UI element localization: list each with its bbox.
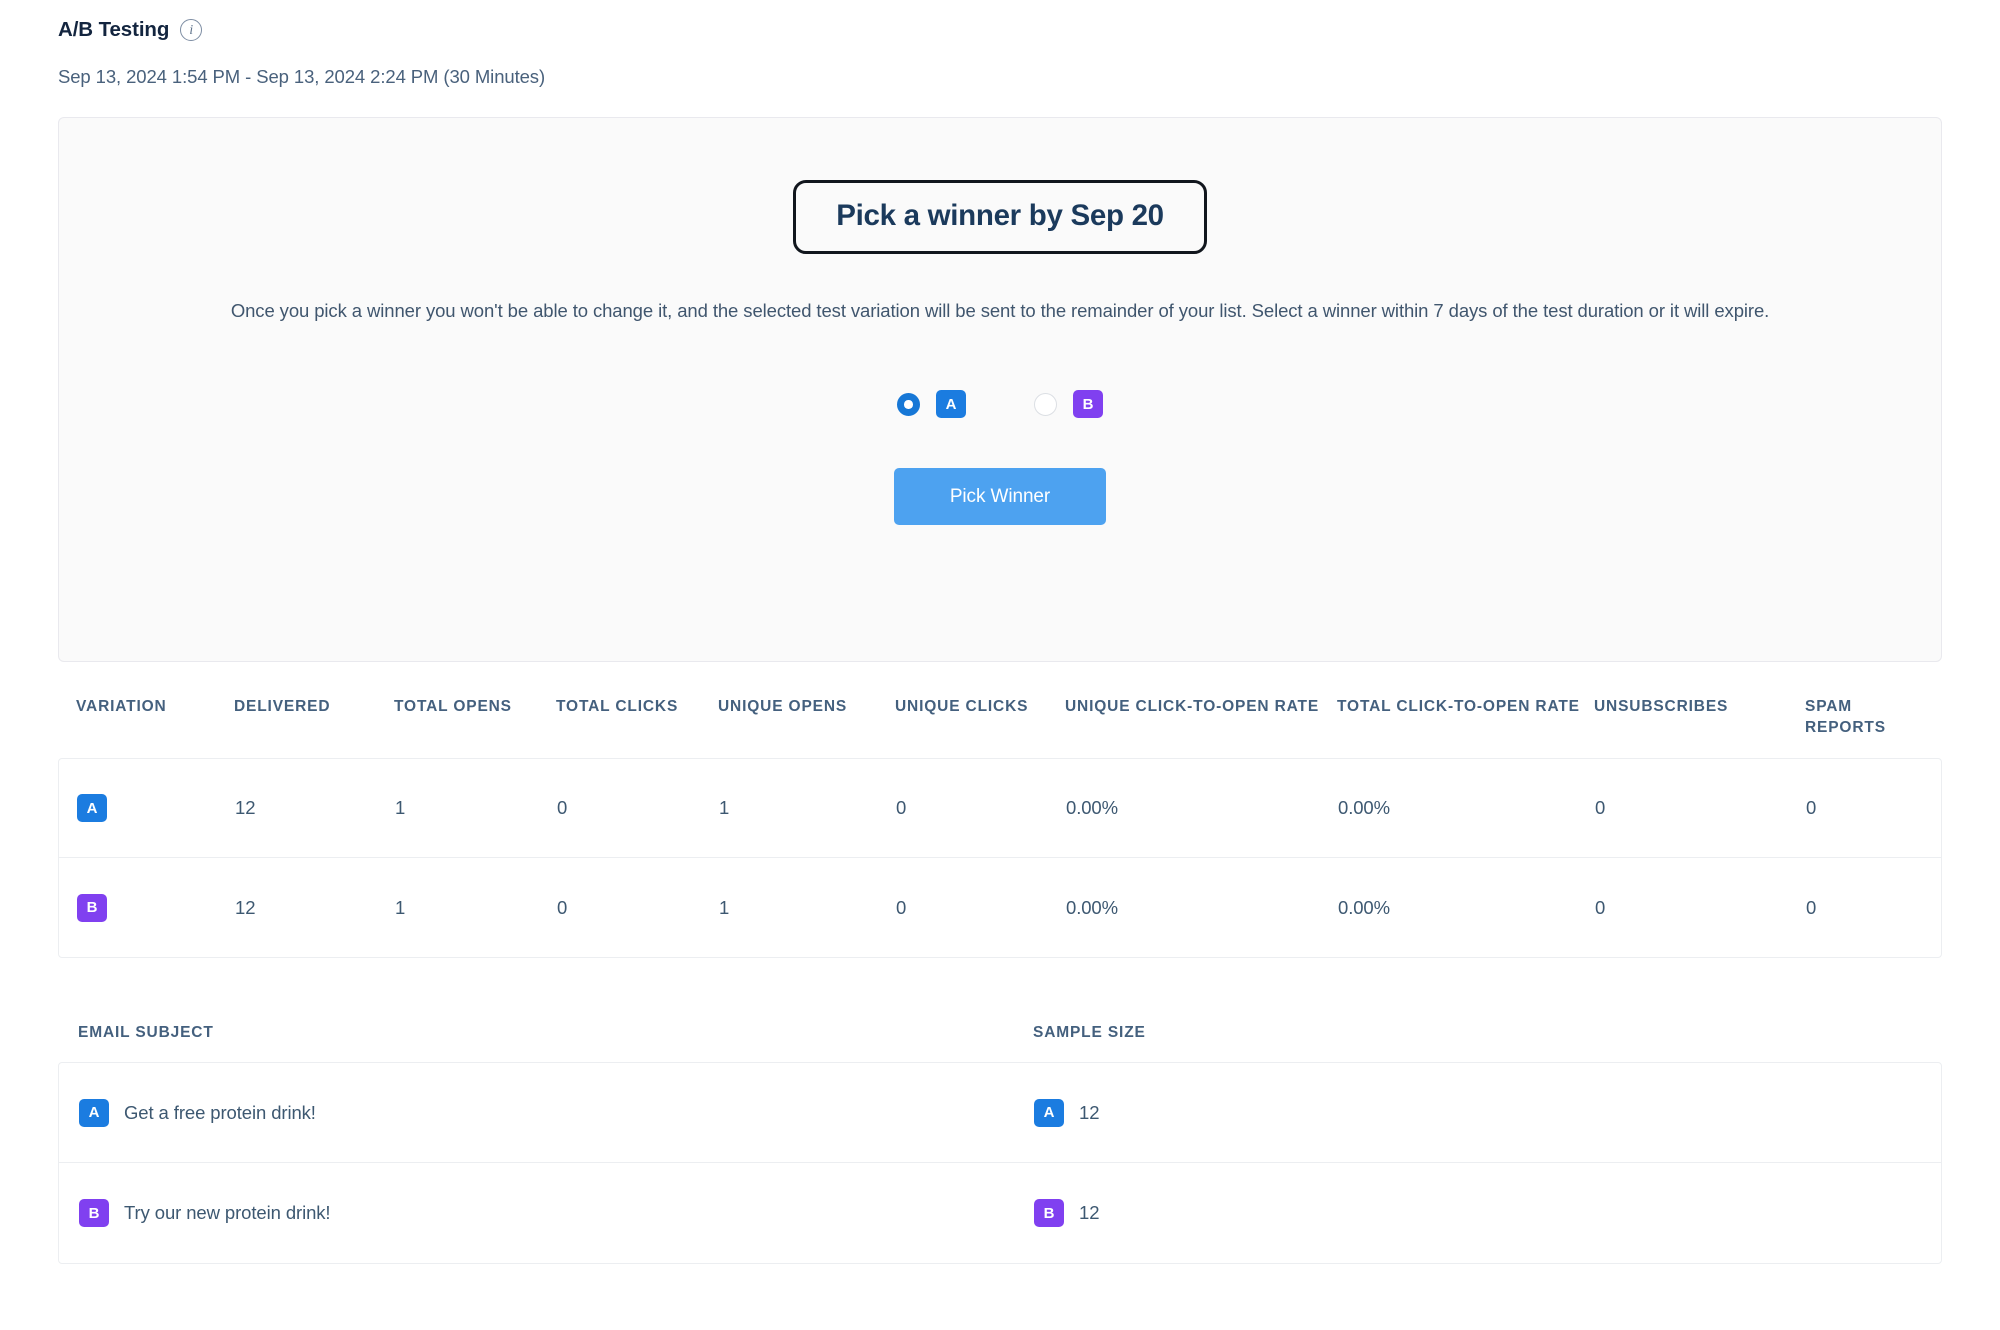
cell-delivered: 12 (235, 896, 256, 918)
cell-delivered: 12 (235, 797, 256, 819)
variation-badge-a: A (77, 794, 107, 823)
cell-unique-clicks: 0 (896, 797, 907, 819)
pick-winner-deadline-pill: Pick a winner by Sep 20 (793, 180, 1207, 255)
info-icon[interactable]: i (180, 19, 203, 41)
sample-size-value: 12 (1079, 1101, 1100, 1123)
column-header-total-opens: TOTAL OPENS (394, 698, 512, 715)
cell-unsubscribes: 0 (1595, 896, 1606, 918)
variation-badge-a: A (936, 390, 966, 419)
sample-size-value: 12 (1079, 1202, 1100, 1224)
cell-spam-reports: 0 (1806, 797, 1817, 819)
column-header-email-subject: EMAIL SUBJECT (78, 1024, 214, 1042)
variation-badge-b: B (77, 893, 107, 922)
column-header-variation: VARIATION (76, 698, 167, 715)
cell-total-clicks: 0 (557, 797, 568, 819)
page-header: A/B Testing i (58, 18, 1942, 42)
variation-badge-a: A (1034, 1098, 1064, 1127)
table-row: B Try our new protein drink! B 12 (59, 1163, 1941, 1263)
variation-badge-a: A (79, 1098, 109, 1127)
column-header-delivered: DELIVERED (234, 698, 331, 715)
metrics-table-header: VARIATION DELIVERED TOTAL OPENS TOTAL CL… (58, 696, 1942, 758)
cell-variation: A (77, 794, 235, 823)
radio-variation-b[interactable] (1034, 392, 1057, 416)
email-subject-text: Get a free protein drink! (124, 1101, 316, 1123)
pick-winner-button[interactable]: Pick Winner (894, 468, 1106, 526)
table-row: A 12 1 0 1 0 0.00% 0.00% 0 0 (59, 759, 1941, 859)
test-date-range: Sep 13, 2024 1:54 PM - Sep 13, 2024 2:24… (58, 66, 546, 87)
email-subject-text: Try our new protein drink! (124, 1202, 331, 1224)
column-header-sample-size: SAMPLE SIZE (1033, 1024, 1146, 1042)
metrics-table-body: A 12 1 0 1 0 0.00% 0.00% 0 0 B 12 1 0 1 … (58, 758, 1942, 959)
cell-sample-size: A 12 (1034, 1098, 1941, 1127)
subject-table-header: EMAIL SUBJECT SAMPLE SIZE (58, 1024, 1942, 1062)
cell-total-opens: 1 (395, 797, 406, 819)
cell-spam-reports: 0 (1806, 896, 1817, 918)
variation-choice-a[interactable]: A (897, 390, 966, 419)
cell-total-click-to-open-rate: 0.00% (1338, 797, 1390, 819)
column-header-unique-opens: UNIQUE OPENS (718, 698, 848, 715)
cell-unique-opens: 1 (719, 797, 730, 819)
cell-unique-click-to-open-rate: 0.00% (1066, 896, 1118, 918)
column-header-unsubscribes: UNSUBSCRIBES (1594, 698, 1729, 715)
cell-email-subject: A Get a free protein drink! (79, 1098, 1034, 1127)
variation-choice-group: A B (897, 390, 1103, 419)
cell-sample-size: B 12 (1034, 1199, 1941, 1228)
cell-variation: B (77, 893, 235, 922)
cell-unique-clicks: 0 (896, 896, 907, 918)
column-header-total-click-to-open-rate: TOTAL CLICK-TO-OPEN RATE (1337, 698, 1580, 715)
cell-total-click-to-open-rate: 0.00% (1338, 896, 1390, 918)
cell-unsubscribes: 0 (1595, 797, 1606, 819)
pick-winner-description: Once you pick a winner you won't be able… (230, 300, 1770, 322)
page-title: A/B Testing (58, 18, 170, 41)
cell-unique-click-to-open-rate: 0.00% (1066, 797, 1118, 819)
column-header-unique-click-to-open-rate: UNIQUE CLICK-TO-OPEN RATE (1065, 698, 1320, 715)
variation-choice-b[interactable]: B (1034, 390, 1103, 419)
variation-badge-b: B (79, 1199, 109, 1228)
table-row: B 12 1 0 1 0 0.00% 0.00% 0 0 (59, 858, 1941, 957)
cell-total-clicks: 0 (557, 896, 568, 918)
column-header-unique-clicks: UNIQUE CLICKS (895, 698, 1029, 715)
cell-total-opens: 1 (395, 896, 406, 918)
variation-badge-b: B (1034, 1199, 1064, 1228)
cell-unique-opens: 1 (719, 896, 730, 918)
column-header-total-clicks: TOTAL CLICKS (556, 698, 679, 715)
column-header-spam-reports: SPAM REPORTS (1805, 698, 1886, 737)
ab-testing-page: A/B Testing i Sep 13, 2024 1:54 PM - Sep… (0, 0, 2000, 1330)
cell-email-subject: B Try our new protein drink! (79, 1199, 1034, 1228)
table-row: A Get a free protein drink! A 12 (59, 1063, 1941, 1164)
radio-variation-a[interactable] (897, 392, 920, 416)
subject-table-body: A Get a free protein drink! A 12 B Try o… (58, 1062, 1942, 1265)
pick-winner-panel: Pick a winner by Sep 20 Once you pick a … (58, 117, 1942, 662)
pick-winner-deadline-label: Pick a winner by Sep 20 (836, 199, 1164, 232)
variation-badge-b: B (1073, 390, 1103, 419)
